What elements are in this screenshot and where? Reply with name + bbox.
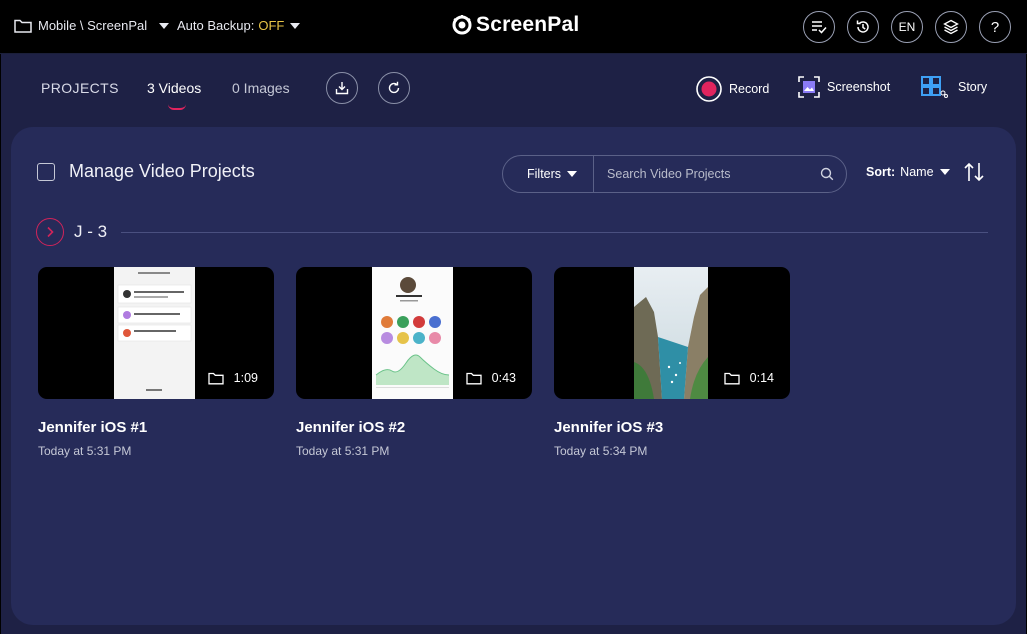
logo-text: ScreenPal [476, 13, 580, 36]
folder-icon [724, 372, 740, 384]
video-date: Today at 5:31 PM [38, 444, 132, 458]
group-label: J - 3 [74, 222, 108, 241]
group-divider [121, 231, 988, 233]
backup-status: OFF [258, 18, 285, 33]
projects-title: PROJECTS [41, 80, 119, 96]
video-thumbnail[interactable]: 0:14 [554, 267, 790, 399]
folder-icon [14, 19, 32, 33]
video-duration: 1:09 [208, 371, 258, 385]
search-icon[interactable] [820, 167, 834, 181]
story-icon [921, 76, 948, 98]
video-duration: 0:43 [466, 371, 516, 385]
record-button[interactable]: Record [696, 76, 769, 102]
video-title[interactable]: Jennifer iOS #2 [296, 419, 532, 436]
duration-text: 0:14 [749, 371, 774, 385]
search-input[interactable] [594, 167, 820, 181]
help-icon: ? [990, 18, 1000, 36]
video-thumbnail[interactable]: 1:09 [38, 267, 274, 399]
screenshot-icon [798, 76, 820, 98]
duration-text: 1:09 [233, 371, 258, 385]
record-icon [696, 76, 722, 102]
record-label: Record [729, 82, 770, 96]
folder-breadcrumb[interactable]: Mobile \ ScreenPal [14, 18, 170, 33]
layers-button[interactable] [935, 11, 967, 43]
video-duration: 0:14 [724, 371, 774, 385]
checklist-icon [812, 21, 827, 34]
screenshot-label: Screenshot [827, 80, 891, 94]
auto-backup-toggle[interactable]: Auto Backup: OFF [177, 18, 301, 33]
active-tab-indicator [168, 104, 186, 110]
main-area: PROJECTS 3 Videos 0 Images Record Screen… [1, 54, 1026, 634]
screenpal-logo: ScreenPal [452, 13, 579, 37]
chevron-down-icon [159, 22, 170, 29]
breadcrumb-text: Mobile \ ScreenPal [38, 18, 148, 33]
video-projects-panel: Manage Video Projects Filters Sort: Name… [11, 127, 1016, 625]
video-title[interactable]: Jennifer iOS #1 [38, 419, 274, 436]
history-button[interactable] [847, 11, 879, 43]
story-label: Story [958, 80, 988, 94]
top-icons: EN ? [803, 11, 1011, 43]
manage-projects: Manage Video Projects [37, 161, 255, 182]
chevron-down-icon [567, 171, 578, 177]
folder-icon [466, 372, 482, 384]
sort-label: Sort: [866, 165, 896, 179]
language-button[interactable]: EN [891, 11, 923, 43]
layers-icon [943, 19, 959, 35]
chevron-down-icon [290, 22, 301, 29]
sort-value: Name [900, 165, 934, 179]
video-date: Today at 5:34 PM [554, 444, 648, 458]
logo-icon [452, 15, 472, 35]
manage-label: Manage Video Projects [69, 161, 255, 181]
backup-label: Auto Backup: [177, 18, 255, 33]
help-button[interactable]: ? [979, 11, 1011, 43]
sort-direction-icon[interactable] [962, 160, 986, 184]
projects-nav: PROJECTS 3 Videos 0 Images Record Screen… [1, 54, 1026, 126]
video-card[interactable]: 0:14 Jennifer iOS #3 Today at 5:34 PM [554, 267, 790, 458]
chevron-right-icon [47, 226, 54, 238]
filters-dropdown[interactable]: Filters [503, 156, 595, 192]
folder-icon [208, 372, 224, 384]
group-header: J - 3 [36, 218, 988, 246]
video-card[interactable]: 1:09 Jennifer iOS #1 Today at 5:31 PM [38, 267, 274, 458]
video-thumbnail[interactable]: 0:43 [296, 267, 532, 399]
tab-images[interactable]: 0 Images [232, 80, 290, 96]
search-bar: Filters [502, 155, 847, 193]
checklist-button[interactable] [803, 11, 835, 43]
import-button[interactable] [326, 72, 358, 104]
chevron-down-icon [939, 169, 950, 175]
screenshot-button[interactable]: Screenshot [798, 76, 890, 98]
refresh-button[interactable] [378, 72, 410, 104]
refresh-icon [388, 81, 400, 94]
top-bar: Mobile \ ScreenPal Auto Backup: OFF Scre… [0, 0, 1027, 54]
group-expand-button[interactable] [36, 218, 64, 246]
duration-text: 0:43 [491, 371, 516, 385]
video-title[interactable]: Jennifer iOS #3 [554, 419, 790, 436]
sort-dropdown[interactable]: Sort: Name [866, 165, 950, 179]
history-icon [856, 20, 869, 33]
story-button[interactable]: Story [921, 76, 987, 98]
video-card[interactable]: 0:43 Jennifer iOS #2 Today at 5:31 PM [296, 267, 532, 458]
video-date: Today at 5:31 PM [296, 444, 390, 458]
filters-label: Filters [527, 167, 562, 181]
import-icon [335, 82, 349, 95]
manage-checkbox[interactable] [37, 162, 55, 181]
tab-videos[interactable]: 3 Videos [147, 80, 201, 96]
